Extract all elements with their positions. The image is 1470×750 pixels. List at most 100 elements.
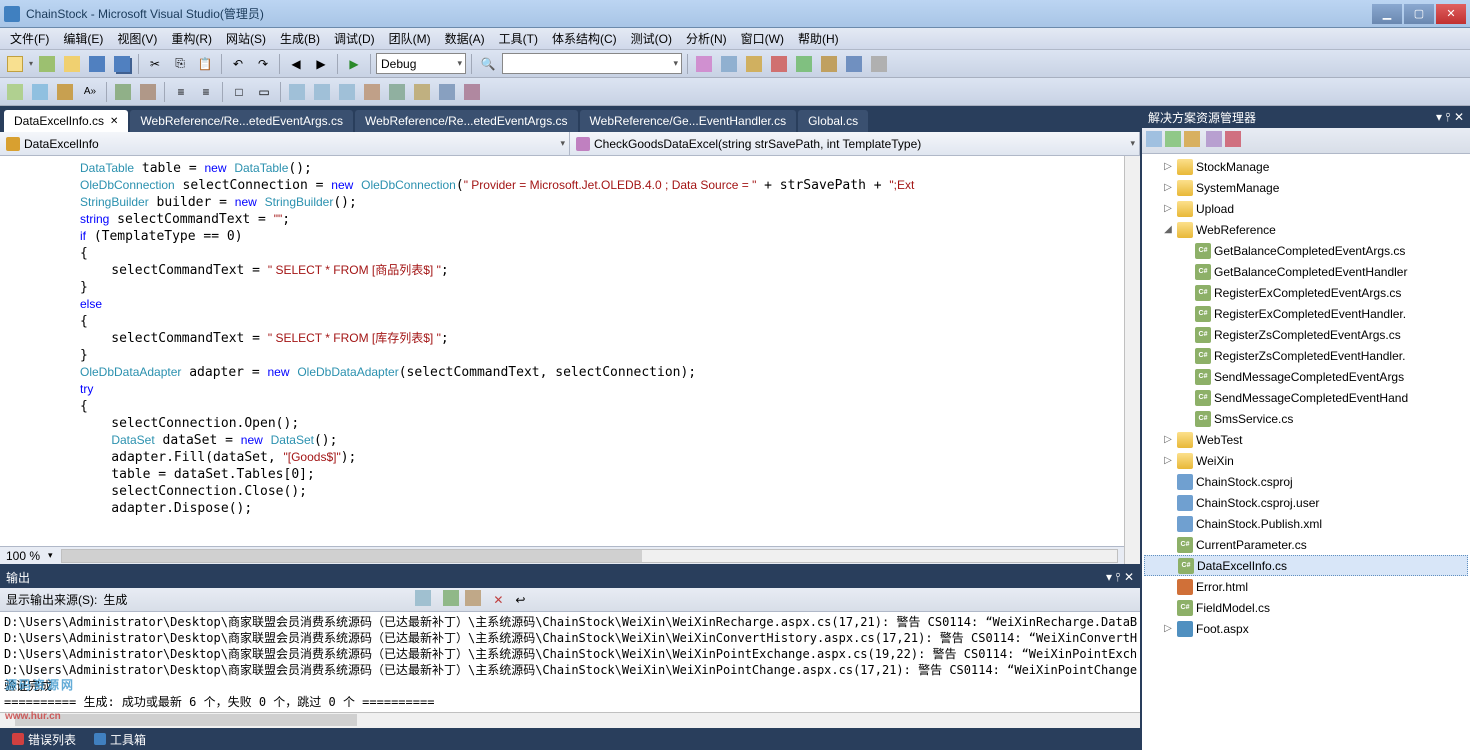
tree-item-17[interactable]: ChainStock.Publish.xml bbox=[1144, 513, 1468, 534]
t2-13[interactable] bbox=[336, 81, 358, 103]
tree-item-1[interactable]: ▷SystemManage bbox=[1144, 177, 1468, 198]
tree-item-22[interactable]: ▷Foot.aspx bbox=[1144, 618, 1468, 639]
t2-17[interactable] bbox=[436, 81, 458, 103]
t2-16[interactable] bbox=[411, 81, 433, 103]
editor-hscroll[interactable] bbox=[61, 549, 1118, 563]
code-editor[interactable]: DataTable table = new DataTable(); OleDb… bbox=[0, 156, 1124, 546]
undo-button[interactable]: ↶ bbox=[227, 53, 249, 75]
editor-tab-4[interactable]: Global.cs bbox=[798, 110, 868, 132]
minimize-button[interactable]: ▁ bbox=[1372, 4, 1402, 24]
tree-item-21[interactable]: FieldModel.cs bbox=[1144, 597, 1468, 618]
expand-icon[interactable]: ▷ bbox=[1162, 623, 1174, 634]
find-button[interactable]: 🔍 bbox=[477, 53, 499, 75]
menu-item-5[interactable]: 生成(B) bbox=[274, 28, 326, 49]
member-dropdown[interactable]: CheckGoodsDataExcel(string strSavePath, … bbox=[570, 132, 1140, 155]
expand-icon[interactable]: ▷ bbox=[1162, 455, 1174, 466]
out-tb2[interactable] bbox=[443, 590, 459, 609]
save-all-button[interactable] bbox=[111, 53, 133, 75]
tb-d[interactable] bbox=[768, 53, 790, 75]
t2-18[interactable] bbox=[461, 81, 483, 103]
t2-3[interactable] bbox=[54, 81, 76, 103]
t2-9[interactable]: □ bbox=[228, 81, 250, 103]
new-project-button[interactable] bbox=[4, 53, 26, 75]
sol-tb5[interactable] bbox=[1225, 131, 1241, 150]
tree-item-2[interactable]: ▷Upload bbox=[1144, 198, 1468, 219]
out-wrap-button[interactable]: ↩ bbox=[515, 593, 525, 607]
sol-tb2[interactable] bbox=[1165, 131, 1181, 150]
tree-item-14[interactable]: ▷WeiXin bbox=[1144, 450, 1468, 471]
tree-item-8[interactable]: RegisterZsCompletedEventArgs.cs bbox=[1144, 324, 1468, 345]
close-button[interactable]: ✕ bbox=[1436, 4, 1466, 24]
tree-item-10[interactable]: SendMessageCompletedEventArgs bbox=[1144, 366, 1468, 387]
output-pin-icon[interactable]: ▾ ⫯ ✕ bbox=[1106, 570, 1134, 585]
t2-1[interactable] bbox=[4, 81, 26, 103]
maximize-button[interactable]: ▢ bbox=[1404, 4, 1434, 24]
t2-4[interactable]: A» bbox=[79, 81, 101, 103]
copy-button[interactable]: ⎘ bbox=[169, 53, 191, 75]
nav-back-button[interactable]: ◀ bbox=[285, 53, 307, 75]
tree-item-3[interactable]: ◢WebReference bbox=[1144, 219, 1468, 240]
menu-item-11[interactable]: 测试(O) bbox=[625, 28, 678, 49]
menu-item-10[interactable]: 体系结构(C) bbox=[546, 28, 623, 49]
menu-item-1[interactable]: 编辑(E) bbox=[57, 28, 109, 49]
expand-icon[interactable]: ▷ bbox=[1162, 203, 1174, 214]
editor-vscroll[interactable] bbox=[1124, 156, 1140, 564]
menu-item-3[interactable]: 重构(R) bbox=[165, 28, 218, 49]
editor-tab-2[interactable]: WebReference/Re...etedEventArgs.cs bbox=[355, 110, 578, 132]
menu-item-4[interactable]: 网站(S) bbox=[220, 28, 272, 49]
solution-tree[interactable]: ▷StockManage▷SystemManage▷Upload◢WebRefe… bbox=[1142, 154, 1470, 750]
add-item-button[interactable] bbox=[36, 53, 58, 75]
sol-tb4[interactable] bbox=[1206, 131, 1222, 150]
tb-a[interactable] bbox=[693, 53, 715, 75]
save-button[interactable] bbox=[86, 53, 108, 75]
output-text[interactable]: D:\Users\Administrator\Desktop\商家联盟会员消费系… bbox=[0, 612, 1140, 712]
comment-button[interactable] bbox=[112, 81, 134, 103]
menu-item-2[interactable]: 视图(V) bbox=[111, 28, 163, 49]
paste-button[interactable]: 📋 bbox=[194, 53, 216, 75]
class-dropdown[interactable]: DataExcelInfo bbox=[0, 132, 570, 155]
zoom-level[interactable]: 100 % bbox=[6, 549, 40, 563]
output-source-combo[interactable]: 生成 bbox=[103, 591, 403, 608]
t2-15[interactable] bbox=[386, 81, 408, 103]
tb-h[interactable] bbox=[868, 53, 890, 75]
uncomment-button[interactable] bbox=[137, 81, 159, 103]
find-combo[interactable] bbox=[502, 53, 682, 74]
expand-icon[interactable]: ▷ bbox=[1162, 161, 1174, 172]
tb-c[interactable] bbox=[743, 53, 765, 75]
menu-item-7[interactable]: 团队(M) bbox=[383, 28, 437, 49]
tree-item-9[interactable]: RegisterZsCompletedEventHandler. bbox=[1144, 345, 1468, 366]
nav-fwd-button[interactable]: ▶ bbox=[310, 53, 332, 75]
menu-item-13[interactable]: 窗口(W) bbox=[735, 28, 790, 49]
menu-item-12[interactable]: 分析(N) bbox=[680, 28, 733, 49]
tree-item-15[interactable]: ChainStock.csproj bbox=[1144, 471, 1468, 492]
menu-item-9[interactable]: 工具(T) bbox=[493, 28, 544, 49]
tree-item-5[interactable]: GetBalanceCompletedEventHandler bbox=[1144, 261, 1468, 282]
expand-icon[interactable]: ▷ bbox=[1162, 182, 1174, 193]
redo-button[interactable]: ↷ bbox=[252, 53, 274, 75]
solution-pin-icon[interactable]: ▾ ⫯ ✕ bbox=[1436, 110, 1464, 125]
output-hscroll[interactable] bbox=[0, 712, 1140, 728]
tb-f[interactable] bbox=[818, 53, 840, 75]
menu-item-0[interactable]: 文件(F) bbox=[4, 28, 55, 49]
tree-item-19[interactable]: DataExcelInfo.cs bbox=[1144, 555, 1468, 576]
tree-item-0[interactable]: ▷StockManage bbox=[1144, 156, 1468, 177]
tree-item-12[interactable]: SmsService.cs bbox=[1144, 408, 1468, 429]
outdent-button[interactable]: ≡ bbox=[195, 81, 217, 103]
bottom-tab-1[interactable]: 工具箱 bbox=[86, 729, 154, 750]
sol-tb1[interactable] bbox=[1146, 131, 1162, 150]
sol-tb3[interactable] bbox=[1184, 131, 1200, 150]
out-clear-button[interactable]: ✕ bbox=[493, 593, 503, 607]
indent-button[interactable]: ≡ bbox=[170, 81, 192, 103]
tab-close-icon[interactable]: ✕ bbox=[110, 116, 118, 127]
cut-button[interactable]: ✂ bbox=[144, 53, 166, 75]
tree-item-18[interactable]: CurrentParameter.cs bbox=[1144, 534, 1468, 555]
menu-item-14[interactable]: 帮助(H) bbox=[792, 28, 845, 49]
tree-item-20[interactable]: Error.html bbox=[1144, 576, 1468, 597]
tree-item-11[interactable]: SendMessageCompletedEventHand bbox=[1144, 387, 1468, 408]
tb-e[interactable] bbox=[793, 53, 815, 75]
tb-b[interactable] bbox=[718, 53, 740, 75]
out-tb3[interactable] bbox=[465, 590, 481, 609]
tree-item-7[interactable]: RegisterExCompletedEventHandler. bbox=[1144, 303, 1468, 324]
start-button[interactable]: ▶ bbox=[343, 53, 365, 75]
tree-item-16[interactable]: ChainStock.csproj.user bbox=[1144, 492, 1468, 513]
